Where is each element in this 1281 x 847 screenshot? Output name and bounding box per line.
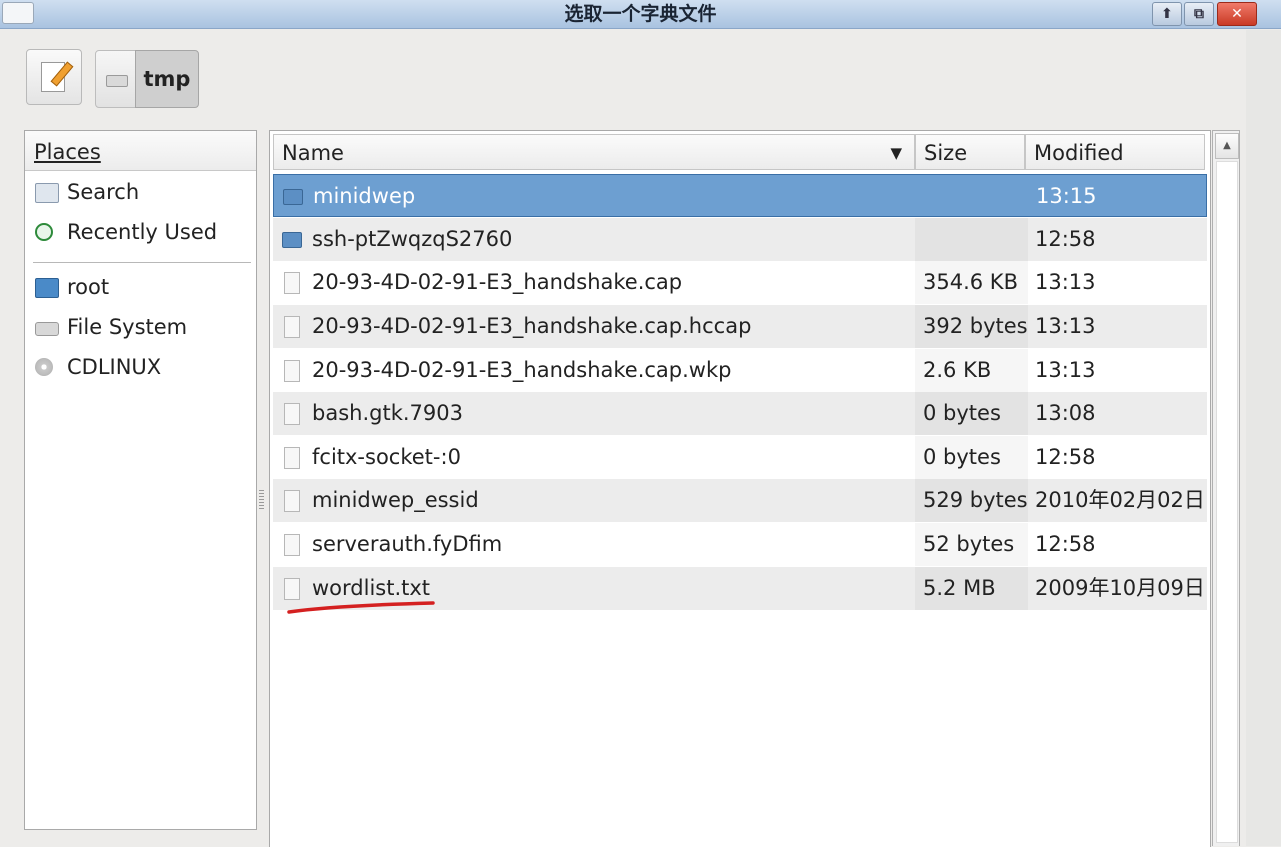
file-modified: 13:08 — [1035, 401, 1096, 425]
file-modified: 2010年02月02日 — [1035, 488, 1205, 512]
place-label: Recently Used — [67, 220, 218, 244]
file-row[interactable]: minidwep_essid 529 bytes 2010年02月02日 — [273, 479, 1207, 522]
file-name: fcitx-socket-:0 — [312, 445, 461, 469]
path-tmp-button[interactable]: tmp — [135, 50, 199, 108]
vertical-scrollbar[interactable]: ▲ — [1212, 130, 1240, 846]
column-header-size[interactable]: Size — [915, 134, 1025, 170]
file-icon — [284, 403, 300, 425]
file-name: bash.gtk.7903 — [312, 401, 463, 425]
place-label: Search — [67, 180, 140, 204]
file-modified: 2009年10月09日 — [1035, 576, 1205, 600]
file-icon — [284, 316, 300, 338]
file-size: 0 bytes — [915, 392, 1028, 435]
file-size: 5.2 MB — [915, 567, 1028, 610]
file-modified: 13:15 — [1036, 184, 1097, 208]
type-location-button[interactable] — [26, 49, 82, 105]
title-bar: 选取一个字典文件 ⬆ ⧉ ✕ — [0, 0, 1281, 29]
place-search[interactable]: Search — [33, 173, 248, 211]
file-modified: 13:13 — [1035, 358, 1096, 382]
place-label: root — [67, 275, 110, 299]
file-modified: 12:58 — [1035, 445, 1096, 469]
home-folder-icon — [35, 278, 59, 298]
file-row[interactable]: 20-93-4D-02-91-E3_handshake.cap.hccap 39… — [273, 305, 1207, 348]
file-size: 52 bytes — [915, 523, 1028, 566]
scrollbar-trough[interactable] — [1216, 161, 1238, 843]
sort-descending-icon: ▼ — [890, 144, 902, 162]
file-size: 0 bytes — [915, 436, 1028, 479]
pane-resize-handle[interactable] — [259, 490, 264, 510]
file-icon — [284, 360, 300, 382]
place-label: File System — [67, 315, 188, 339]
restore-window-button[interactable]: ⧉ — [1184, 2, 1214, 26]
place-cdlinux[interactable]: CDLINUX — [33, 348, 248, 386]
file-row[interactable]: minidwep 13:15 — [273, 174, 1207, 217]
file-name: minidwep — [313, 184, 416, 208]
file-row[interactable]: serverauth.fyDfim 52 bytes 12:58 — [273, 523, 1207, 566]
file-icon — [284, 272, 300, 294]
file-size: 392 bytes — [915, 305, 1028, 348]
file-size: 2.6 KB — [915, 349, 1028, 392]
column-header-name[interactable]: Name ▼ — [273, 134, 915, 170]
file-size: 529 bytes — [915, 479, 1028, 522]
file-row[interactable]: 20-93-4D-02-91-E3_handshake.cap 354.6 KB… — [273, 261, 1207, 304]
scroll-up-icon[interactable]: ▲ — [1215, 133, 1239, 159]
file-row[interactable]: ssh-ptZwqzqS2760 12:58 — [273, 218, 1207, 261]
file-name: ssh-ptZwqzqS2760 — [312, 227, 513, 251]
file-row[interactable]: 20-93-4D-02-91-E3_handshake.cap.wkp 2.6 … — [273, 349, 1207, 392]
window-title: 选取一个字典文件 — [564, 3, 717, 25]
place-label: CDLINUX — [67, 355, 162, 379]
file-row[interactable]: fcitx-socket-:0 0 bytes 12:58 — [273, 436, 1207, 479]
file-size — [916, 175, 1029, 216]
file-icon — [284, 578, 300, 600]
close-window-button[interactable]: ✕ — [1217, 2, 1257, 26]
search-icon — [35, 183, 59, 203]
file-name: serverauth.fyDfim — [312, 532, 503, 556]
folder-icon — [283, 189, 303, 205]
window-edge — [1246, 30, 1281, 846]
recent-icon — [35, 223, 53, 241]
file-modified: 13:13 — [1035, 314, 1096, 338]
file-name: 20-93-4D-02-91-E3_handshake.cap.wkp — [312, 358, 732, 382]
red-underline-annotation — [287, 601, 435, 614]
folder-icon — [282, 232, 302, 248]
file-size: 354.6 KB — [915, 261, 1028, 304]
file-icon — [284, 490, 300, 512]
file-name: 20-93-4D-02-91-E3_handshake.cap — [312, 270, 683, 294]
shade-window-button[interactable]: ⬆ — [1152, 2, 1182, 26]
path-root-button[interactable] — [95, 50, 137, 108]
file-icon — [284, 534, 300, 556]
file-size — [915, 218, 1028, 261]
places-divider — [33, 262, 251, 263]
place-recently-used[interactable]: Recently Used — [33, 213, 248, 251]
drive-icon — [106, 75, 128, 87]
place-root[interactable]: root — [33, 268, 248, 306]
file-name: 20-93-4D-02-91-E3_handshake.cap.hccap — [312, 314, 752, 338]
drive-icon — [35, 322, 59, 336]
places-header[interactable]: Places — [25, 131, 256, 171]
places-sidebar: Places Search Recently Used root File Sy… — [24, 130, 257, 830]
path-bar: tmp — [95, 50, 199, 108]
file-row[interactable]: bash.gtk.7903 0 bytes 13:08 — [273, 392, 1207, 435]
file-modified: 12:58 — [1035, 227, 1096, 251]
column-header-modified[interactable]: Modified — [1025, 134, 1205, 170]
file-modified: 12:58 — [1035, 532, 1096, 556]
file-list: Name ▼ Size Modified minidwep 13:15 ssh-… — [269, 130, 1211, 847]
cdrom-icon — [35, 358, 53, 376]
place-file-system[interactable]: File System — [33, 308, 248, 346]
file-name: minidwep_essid — [312, 488, 479, 512]
column-label: Name — [282, 141, 344, 165]
file-modified: 13:13 — [1035, 270, 1096, 294]
file-icon — [284, 447, 300, 469]
